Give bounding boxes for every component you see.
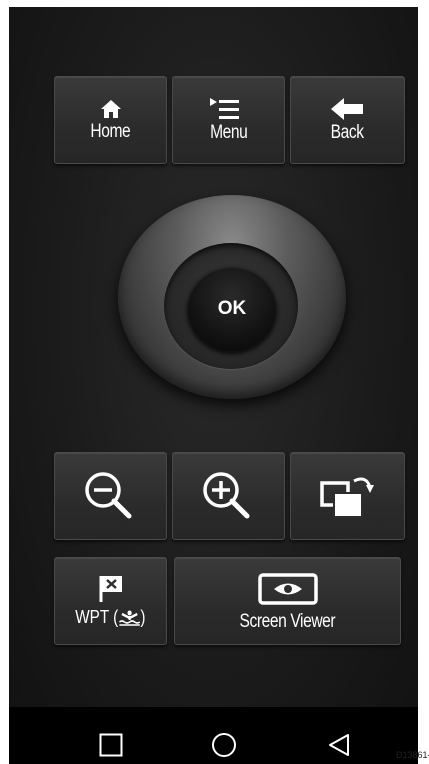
android-navigation-bar xyxy=(9,707,418,764)
screen-viewer-label: Screen Viewer xyxy=(239,610,336,632)
menu-button[interactable]: Menu xyxy=(172,76,285,164)
home-label: Home xyxy=(90,121,131,142)
circle-icon xyxy=(212,733,236,757)
zoom-out-button[interactable] xyxy=(54,452,167,540)
wpt-mob-button[interactable]: WPT ( ) xyxy=(54,557,167,645)
wpt-label: WPT ( xyxy=(75,607,119,627)
figure-code: D13861- xyxy=(396,750,429,760)
back-arrow-icon xyxy=(330,98,363,120)
back-nav-button[interactable] xyxy=(325,731,353,759)
menu-label: Menu xyxy=(209,122,248,143)
back-button[interactable]: Back xyxy=(290,76,405,164)
screen-viewer-button[interactable]: Screen Viewer xyxy=(174,557,401,645)
switch-pane-icon xyxy=(319,477,374,518)
ok-button[interactable]: OK xyxy=(187,266,277,352)
zoom-out-icon xyxy=(84,472,131,519)
zoom-in-icon xyxy=(202,472,249,519)
home-button[interactable]: Home xyxy=(54,76,167,164)
waypoint-flag-icon xyxy=(99,576,122,602)
home-icon xyxy=(100,100,121,118)
wpt-label-group: WPT ( ) xyxy=(75,607,145,628)
remote-control-screen: Home Menu Back OK WPT () Screen Viewer xyxy=(9,7,418,764)
eye-screen-icon xyxy=(257,572,318,605)
switch-pane-button[interactable] xyxy=(290,452,405,540)
man-overboard-icon xyxy=(118,610,141,626)
back-label: Back xyxy=(330,122,365,143)
triangle-back-icon xyxy=(329,734,349,756)
zoom-in-button[interactable] xyxy=(172,452,285,540)
square-icon xyxy=(99,733,123,757)
home-nav-button[interactable] xyxy=(210,731,238,759)
menu-icon xyxy=(209,98,239,119)
recent-apps-button[interactable] xyxy=(97,731,125,759)
wpt-label-close: ) xyxy=(140,607,146,627)
